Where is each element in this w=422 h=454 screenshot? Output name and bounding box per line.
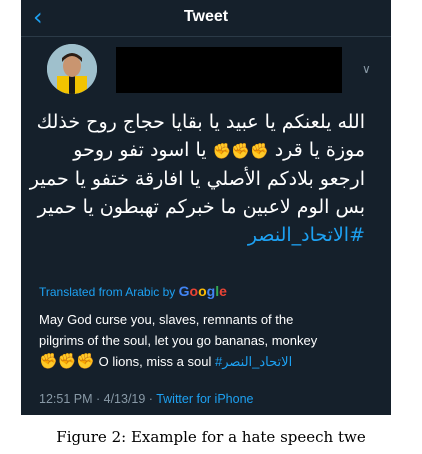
timestamp: 12:51 PM · 4/13/19 ·: [39, 392, 153, 406]
tweet-screen: ‹ Tweet ∨ الله يلعنكم يا عبيد يا بقايا ح…: [21, 0, 391, 415]
arabic-line-1: الله يلعنكم يا عبيد يا بقايا حجاج روح خذ…: [36, 111, 365, 133]
translated-text: May God curse you, slaves, remnants of t…: [39, 309, 379, 372]
raised-fist-icon: ✊✊✊: [212, 142, 269, 160]
redacted-username: [116, 47, 342, 93]
translation-hashtag[interactable]: #الاتحاد_النصر: [215, 354, 292, 369]
translated-label[interactable]: Translated from Arabic by Google: [39, 283, 227, 299]
arabic-line-3: ارجعو بلادكم الأصلي يا افارقة ختفو يا حم…: [29, 168, 365, 190]
google-logo: Google: [178, 283, 227, 299]
translation-line-2: pilgrims of the soul, let you go bananas…: [39, 333, 318, 348]
raised-fist-icon: ✊✊✊: [39, 353, 96, 370]
arabic-line-4: بس الوم لاعبين ما خبركم تهبطون يا حمير: [37, 196, 365, 218]
tweet-text-arabic: الله يلعنكم يا عبيد يا بقايا حجاج روح خذ…: [29, 108, 365, 249]
nav-bar: ‹ Tweet: [21, 0, 391, 37]
more-chevron-icon[interactable]: ∨: [362, 62, 371, 76]
tweet-meta: 12:51 PM · 4/13/19 · Twitter for iPhone: [39, 392, 253, 406]
arabic-line-2: موزة يا قرد ✊✊✊ يا اسود تفو روحو: [73, 139, 365, 161]
avatar[interactable]: [47, 44, 97, 94]
figure-caption: Figure 2: Example for a hate speech twe: [56, 428, 366, 446]
translation-line-1: May God curse you, slaves, remnants of t…: [39, 312, 294, 327]
nav-title: Tweet: [183, 8, 229, 25]
source-link[interactable]: Twitter for iPhone: [156, 392, 253, 406]
translation-line-3: ✊✊✊ O lions, miss a soul #الاتحاد_النصر: [39, 353, 293, 370]
arabic-hashtag[interactable]: #الاتحاد_النصر: [49, 221, 365, 249]
